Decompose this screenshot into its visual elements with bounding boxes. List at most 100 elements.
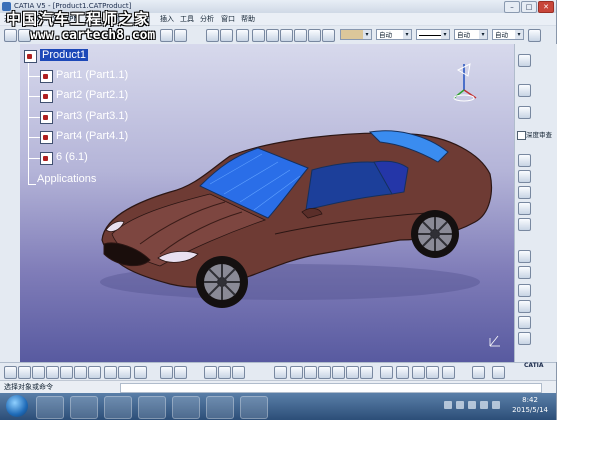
minimize-button[interactable]: – (504, 1, 520, 13)
formula-icon[interactable] (160, 366, 173, 379)
generative-icon[interactable] (472, 366, 485, 379)
product-structure-icon[interactable] (518, 54, 531, 67)
part-icon[interactable] (40, 70, 53, 83)
plot-icon[interactable] (308, 29, 321, 42)
taskbar-clock[interactable]: 8:42 2015/5/14 (512, 395, 548, 415)
snap-icon[interactable] (518, 106, 531, 119)
redo-icon[interactable] (118, 366, 131, 379)
compile-icon[interactable] (492, 366, 505, 379)
menu-tools[interactable]: 工具 (180, 13, 194, 25)
part-icon[interactable] (40, 131, 53, 144)
volume-icon[interactable] (492, 401, 500, 409)
tree-node-part4[interactable]: Part4 (Part4.1) (56, 130, 128, 142)
taskbar-app-icon[interactable] (104, 396, 132, 419)
whats-this-icon[interactable] (134, 366, 147, 379)
zoom-in-icon[interactable] (332, 366, 345, 379)
layer-combo[interactable]: 自动 ▾ (492, 29, 524, 40)
cube-icon[interactable] (266, 29, 279, 42)
browser-icon[interactable] (138, 396, 166, 419)
cylinder-icon[interactable] (518, 332, 531, 345)
menu-insert[interactable]: 插入 (160, 13, 174, 25)
command-input[interactable] (120, 383, 542, 393)
tray-icon[interactable] (456, 401, 464, 409)
line-weight-combo[interactable]: 自动 ▾ (376, 29, 412, 40)
tray-icon[interactable] (480, 401, 488, 409)
line-style-combo[interactable]: 自动 ▾ (454, 29, 488, 40)
image-icon[interactable] (294, 29, 307, 42)
tree-node-applications[interactable]: Applications (37, 173, 96, 185)
cylinder-icon[interactable] (518, 266, 531, 279)
start-button[interactable] (6, 395, 28, 417)
cylinder-icon[interactable] (518, 250, 531, 263)
render-icon[interactable] (442, 366, 455, 379)
t-icon[interactable] (220, 29, 233, 42)
3d-viewport[interactable]: Product1 Part1 (Part1.1) Part2 (Part2.1)… (20, 44, 514, 362)
graph-icon[interactable] (218, 366, 231, 379)
comment-icon[interactable] (174, 366, 187, 379)
part-icon[interactable] (40, 111, 53, 124)
new-icon[interactable] (4, 366, 17, 379)
part-icon[interactable] (40, 152, 53, 165)
new-icon[interactable] (4, 29, 17, 42)
hide-show-icon[interactable] (412, 366, 425, 379)
symbol-icon[interactable] (206, 29, 219, 42)
paste-icon[interactable] (88, 366, 101, 379)
image-viewer-icon[interactable] (240, 396, 268, 419)
layer-icon[interactable] (322, 29, 335, 42)
table-icon[interactable] (232, 366, 245, 379)
clock-icon[interactable] (236, 29, 249, 42)
tree-node-product1[interactable]: Product1 (40, 49, 89, 61)
taskbar-app-icon[interactable] (36, 396, 64, 419)
cylinder-icon[interactable] (518, 300, 531, 313)
line-type-combo[interactable]: ▾ (416, 29, 450, 40)
menu-window[interactable]: 窗口 (221, 13, 235, 25)
open-icon[interactable] (18, 366, 31, 379)
tray-icon[interactable] (468, 401, 476, 409)
undo-icon[interactable] (104, 366, 117, 379)
copy-icon[interactable] (74, 366, 87, 379)
menu-analysis[interactable]: 分析 (200, 13, 214, 25)
color-combo[interactable]: ▾ (340, 29, 372, 40)
shading-icon[interactable] (396, 366, 409, 379)
normal-view-icon[interactable] (360, 366, 373, 379)
tree-node-part1[interactable]: Part1 (Part1.1) (56, 69, 128, 81)
product-icon[interactable] (24, 50, 37, 63)
rotate-icon[interactable] (318, 366, 331, 379)
fit-all-icon[interactable] (290, 366, 303, 379)
visualize-icon[interactable] (174, 29, 187, 42)
move-icon[interactable] (518, 84, 531, 97)
zoom-out-icon[interactable] (346, 366, 359, 379)
iso-view-icon[interactable] (380, 366, 393, 379)
pan-icon[interactable] (304, 366, 317, 379)
gear-icon[interactable] (280, 29, 293, 42)
print-icon[interactable] (46, 366, 59, 379)
tray-icon[interactable] (444, 401, 452, 409)
cylinder-icon[interactable] (518, 284, 531, 297)
folder-icon[interactable] (70, 396, 98, 419)
part-icon[interactable] (40, 90, 53, 103)
close-button[interactable]: ✕ (538, 1, 554, 13)
cylinder-icon[interactable] (518, 316, 531, 329)
cut-icon[interactable] (60, 366, 73, 379)
fly-mode-icon[interactable] (274, 366, 287, 379)
swap-visible-icon[interactable] (426, 366, 439, 379)
bill-of-material-icon[interactable] (518, 218, 531, 231)
sketch-icon[interactable] (160, 29, 173, 42)
section-icon[interactable] (518, 202, 531, 215)
catia-taskbar-icon[interactable] (172, 396, 200, 419)
deep-review-checkbox[interactable] (517, 131, 526, 140)
sphere-icon[interactable] (252, 29, 265, 42)
taskbar-app-icon[interactable] (206, 396, 234, 419)
menu-help[interactable]: 帮助 (241, 13, 255, 25)
clash-icon[interactable] (518, 170, 531, 183)
format-painter-icon[interactable] (528, 29, 541, 42)
tree-node-6[interactable]: 6 (6.1) (56, 151, 88, 163)
tree-node-part2[interactable]: Part2 (Part2.1) (56, 89, 128, 101)
maximize-button[interactable]: □ (521, 1, 537, 13)
tree-node-part3[interactable]: Part3 (Part3.1) (56, 110, 128, 122)
constraint-icon[interactable] (518, 154, 531, 167)
compass-icon[interactable] (453, 63, 477, 102)
measure-icon[interactable] (518, 186, 531, 199)
catalog-icon[interactable] (204, 366, 217, 379)
save-icon[interactable] (32, 366, 45, 379)
